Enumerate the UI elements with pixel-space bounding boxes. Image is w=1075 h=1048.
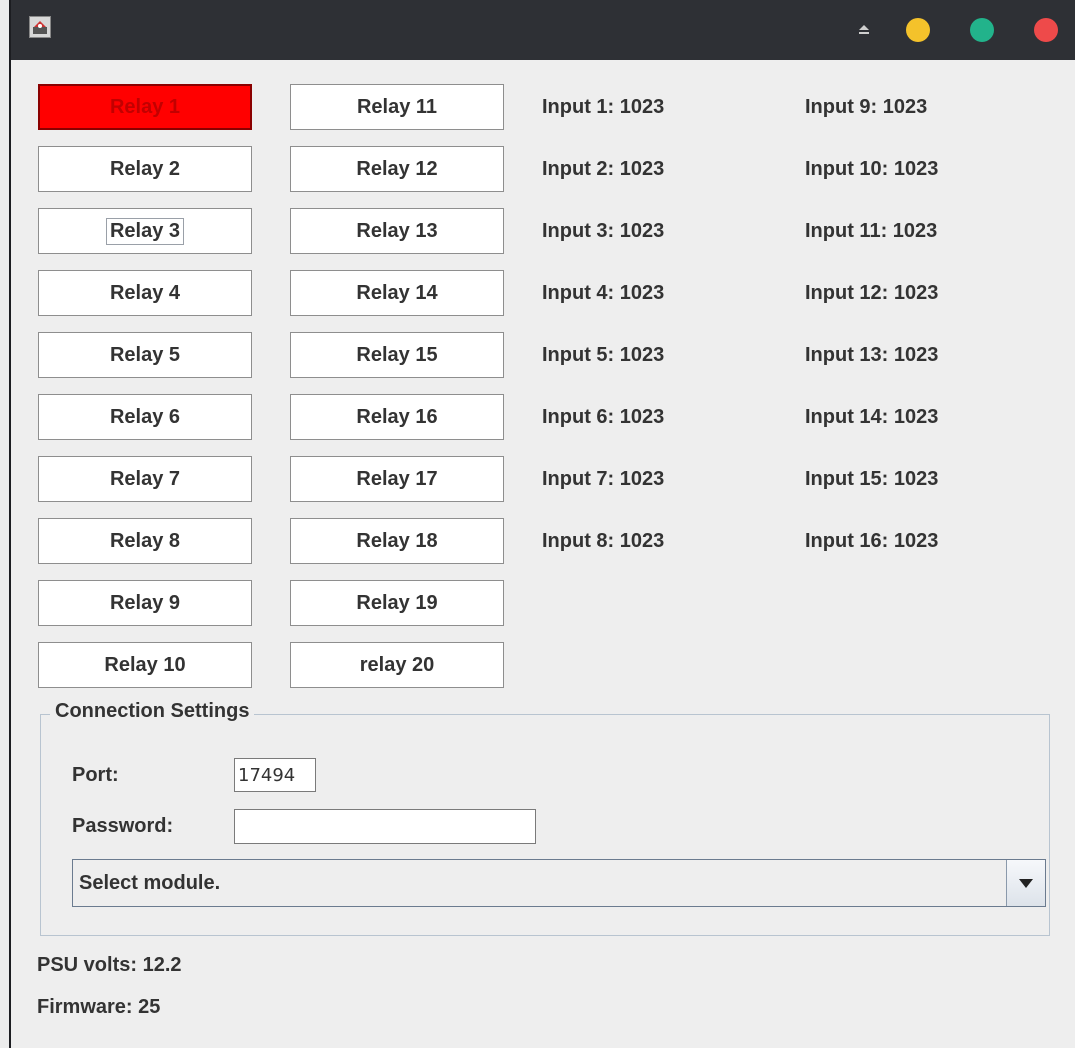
app-icon (29, 16, 51, 38)
input-16-readout: Input 16: 1023 (805, 530, 939, 552)
relay-19-button[interactable]: Relay 19 (290, 580, 504, 626)
relay-13-button[interactable]: Relay 13 (290, 208, 504, 254)
password-input[interactable] (234, 809, 536, 844)
relay-1-button[interactable]: Relay 1 (38, 84, 252, 130)
input-9-readout: Input 9: 1023 (805, 96, 928, 118)
relay-20-button[interactable]: relay 20 (290, 642, 504, 688)
input-8-readout: Input 8: 1023 (542, 530, 665, 552)
relay-9-button[interactable]: Relay 9 (38, 580, 252, 626)
input-13-readout: Input 13: 1023 (805, 344, 939, 366)
password-label: Password: (72, 815, 174, 837)
relay-16-button[interactable]: Relay 16 (290, 394, 504, 440)
connection-settings-title: Connection Settings (50, 700, 255, 723)
relay-15-button[interactable]: Relay 15 (290, 332, 504, 378)
close-button[interactable] (1034, 18, 1058, 42)
module-select-value: Select module. (79, 872, 221, 894)
title-bar[interactable] (11, 0, 1075, 60)
relay-7-button[interactable]: Relay 7 (38, 456, 252, 502)
minimize-button[interactable] (906, 18, 930, 42)
relay-17-button[interactable]: Relay 17 (290, 456, 504, 502)
input-12-readout: Input 12: 1023 (805, 282, 939, 304)
input-14-readout: Input 14: 1023 (805, 406, 939, 428)
input-11-readout: Input 11: 1023 (805, 220, 938, 242)
relay-10-button[interactable]: Relay 10 (38, 642, 252, 688)
input-1-readout: Input 1: 1023 (542, 96, 665, 118)
port-input[interactable] (234, 758, 316, 792)
relay-11-button[interactable]: Relay 11 (290, 84, 504, 130)
relay-6-button[interactable]: Relay 6 (38, 394, 252, 440)
input-3-readout: Input 3: 1023 (542, 220, 665, 242)
input-4-readout: Input 4: 1023 (542, 282, 665, 304)
maximize-button[interactable] (970, 18, 994, 42)
firmware-label: Firmware: 25 (37, 996, 161, 1018)
eject-icon[interactable] (857, 22, 871, 36)
relay-2-button[interactable]: Relay 2 (38, 146, 252, 192)
relay-5-button[interactable]: Relay 5 (38, 332, 252, 378)
relay-18-button[interactable]: Relay 18 (290, 518, 504, 564)
module-select[interactable]: Select module. (72, 859, 1046, 907)
app-window: Relay 1 Relay 2 Relay 3 Relay 4 Relay 5 … (9, 0, 1075, 1048)
input-2-readout: Input 2: 1023 (542, 158, 665, 180)
psu-volts-label: PSU volts: 12.2 (37, 954, 182, 976)
relay-12-button[interactable]: Relay 12 (290, 146, 504, 192)
input-6-readout: Input 6: 1023 (542, 406, 665, 428)
port-label: Port: (72, 764, 119, 786)
relay-8-button[interactable]: Relay 8 (38, 518, 252, 564)
input-15-readout: Input 15: 1023 (805, 468, 939, 490)
relay-3-button[interactable]: Relay 3 (38, 208, 252, 254)
relay-14-button[interactable]: Relay 14 (290, 270, 504, 316)
dropdown-arrow-icon[interactable] (1006, 860, 1045, 906)
input-10-readout: Input 10: 1023 (805, 158, 939, 180)
input-7-readout: Input 7: 1023 (542, 468, 665, 490)
relay-4-button[interactable]: Relay 4 (38, 270, 252, 316)
input-5-readout: Input 5: 1023 (542, 344, 665, 366)
